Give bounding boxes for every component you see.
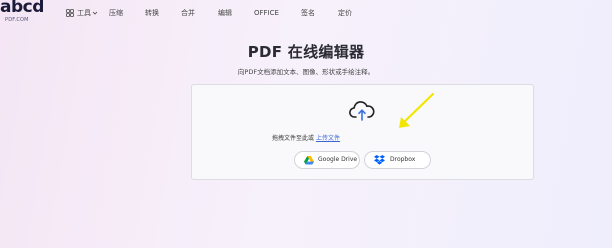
- site-logo[interactable]: abcd PDF.COM: [0, 0, 48, 26]
- dropbox-button[interactable]: Dropbox: [364, 151, 431, 169]
- nav-item-sign[interactable]: 签名: [301, 9, 315, 18]
- google-drive-icon: [304, 156, 314, 165]
- cloud-upload-icon: [349, 101, 375, 121]
- logo-subtext: PDF.COM: [5, 17, 29, 23]
- dropbox-icon: [374, 155, 385, 165]
- nav-item-convert[interactable]: 转换: [145, 9, 159, 18]
- dropbox-label: Dropbox: [390, 156, 416, 163]
- chevron-down-icon: [92, 11, 98, 15]
- annotation-arrow-icon: [399, 93, 434, 128]
- google-drive-label: Google Drive: [318, 156, 358, 163]
- top-nav: abcd PDF.COM 工具 压缩 转换 合并 编辑 OFFICE 签名 定价: [0, 0, 612, 28]
- logo-wordmark: abcd: [0, 0, 44, 17]
- nav-item-tools[interactable]: 工具: [77, 9, 91, 18]
- nav-item-pricing[interactable]: 定价: [338, 9, 352, 18]
- nav-item-compress[interactable]: 压缩: [109, 9, 123, 18]
- nav-item-edit[interactable]: 编辑: [218, 9, 232, 18]
- page-title: PDF 在线编辑器: [247, 43, 365, 61]
- nav-item-merge[interactable]: 合并: [181, 9, 195, 18]
- google-drive-button[interactable]: Google Drive: [294, 151, 360, 169]
- drop-text-prefix: 拖拽文件至此或: [272, 135, 315, 142]
- upload-file-link[interactable]: 上传文件: [316, 135, 340, 142]
- nav-item-office[interactable]: OFFICE: [254, 9, 279, 18]
- page-subtitle: 向PDF文档添加文本、图像、形状或手绘注释。: [237, 68, 375, 76]
- grid-icon: [66, 9, 74, 17]
- drop-instructions: 拖拽文件至此或 上传文件: [0, 133, 612, 142]
